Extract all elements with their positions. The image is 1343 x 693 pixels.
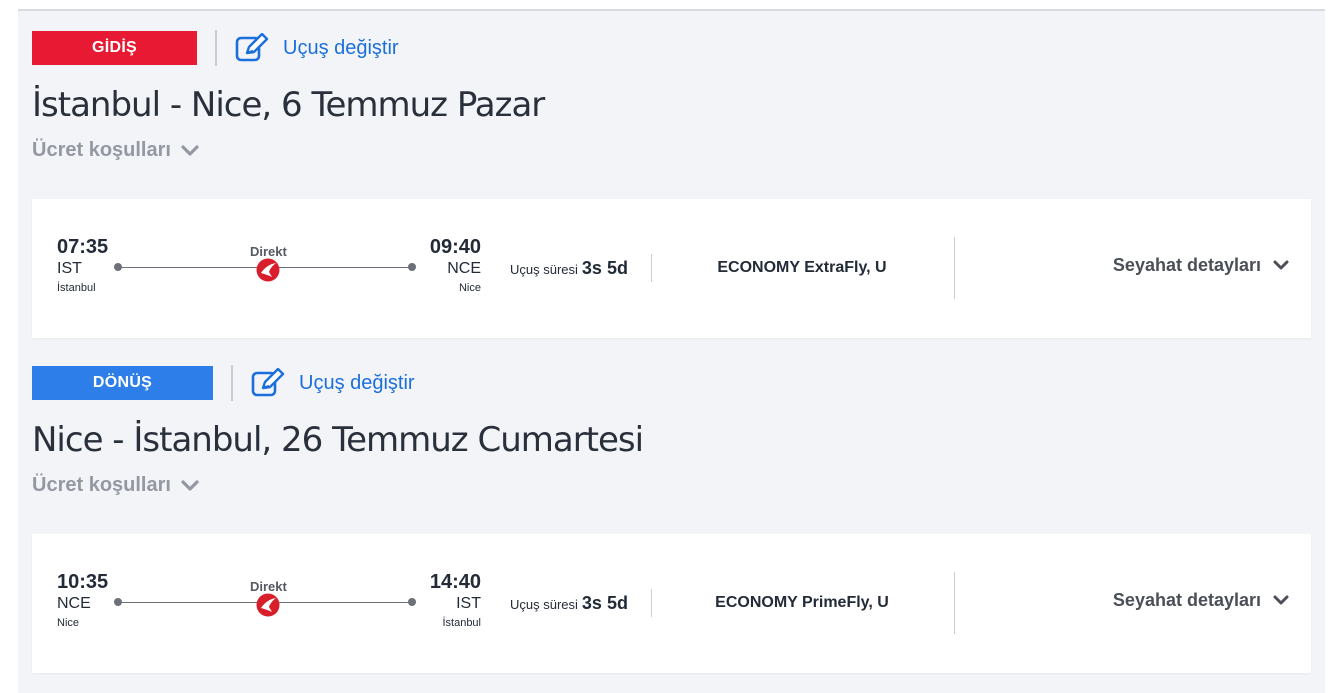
arrival-time: 14:40 (429, 571, 481, 593)
departure-city: İstanbul (57, 282, 96, 294)
departure-airport-code: IST (57, 260, 82, 277)
arrival-city: Nice (458, 282, 481, 294)
cabin-class: ECONOMY ExtraFly, U (717, 259, 887, 276)
outbound-travel-details-toggle[interactable]: Seyahat detayları (1113, 255, 1289, 276)
flight-duration: Uçuş süresi 3s 5d (510, 258, 628, 279)
arrival-airport-code: NCE (447, 260, 481, 277)
fare-conditions-label: Ücret koşulları (32, 139, 171, 161)
turkish-airlines-logo-icon (256, 258, 280, 282)
change-flight-label: Uçuş değiştir (299, 371, 415, 394)
divider (215, 30, 217, 66)
stop-label: Direkt (250, 579, 287, 594)
fare-conditions-label: Ücret koşulları (32, 474, 171, 496)
return-change-flight-link[interactable]: Uçuş değiştir (251, 368, 415, 398)
chevron-down-icon (181, 479, 199, 491)
cabin-class: ECONOMY PrimeFly, U (715, 594, 889, 611)
travel-details-label: Seyahat detayları (1112, 255, 1261, 275)
return-tag: DÖNÜŞ (32, 366, 213, 400)
return-fare-conditions-toggle[interactable]: Ücret koşulları (32, 474, 199, 497)
outbound-tag: GİDİŞ (32, 31, 197, 65)
duration-value: 3s 5d (581, 593, 628, 613)
flight-summary-page: GİDİŞ Uçuş değiştir İstanbul - Nice, 6 T… (18, 9, 1325, 693)
outbound-fare-conditions-toggle[interactable]: Ücret koşulları (32, 139, 199, 162)
return-route-title: Nice - İstanbul, 26 Temmuz Cumartesi (32, 420, 644, 460)
arrival-time: 09:40 (429, 236, 481, 258)
duration-label: Uçuş süresi (510, 262, 578, 277)
return-header: DÖNÜŞ Uçuş değiştir (32, 365, 415, 401)
chevron-down-icon (181, 144, 199, 156)
outbound-change-flight-link[interactable]: Uçuş değiştir (235, 33, 399, 63)
stop-label: Direkt (250, 244, 287, 259)
flight-duration: Uçuş süresi 3s 5d (510, 593, 628, 614)
outbound-route-title: İstanbul - Nice, 6 Temmuz Pazar (32, 85, 545, 125)
divider (231, 365, 233, 401)
return-flight-card: 10:35 NCE Nice Direkt 14:40 IST İstanbul… (32, 534, 1311, 673)
outbound-flight-card: 07:35 IST İstanbul Direkt 09:40 NCE Nice… (32, 199, 1311, 338)
departure-time: 10:35 (57, 571, 109, 593)
duration-value: 3s 5d (581, 258, 628, 278)
route-start-dot (114, 263, 122, 271)
route-end-dot (408, 263, 416, 271)
arrival-city: İstanbul (442, 617, 481, 629)
edit-icon (251, 368, 285, 397)
change-flight-label: Uçuş değiştir (283, 36, 399, 59)
chevron-down-icon (1273, 595, 1289, 605)
departure-city: Nice (57, 617, 80, 629)
departure-time: 07:35 (57, 236, 109, 258)
arrival-airport-code: IST (456, 595, 481, 612)
outbound-header: GİDİŞ Uçuş değiştir (32, 30, 399, 66)
departure-airport-code: NCE (57, 595, 91, 612)
travel-details-label: Seyahat detayları (1112, 590, 1261, 610)
edit-icon (235, 33, 269, 62)
route-end-dot (408, 598, 416, 606)
return-travel-details-toggle[interactable]: Seyahat detayları (1113, 590, 1289, 611)
duration-label: Uçuş süresi (510, 597, 578, 612)
route-start-dot (114, 598, 122, 606)
divider (954, 237, 955, 299)
turkish-airlines-logo-icon (256, 593, 280, 617)
divider (954, 572, 955, 634)
chevron-down-icon (1273, 260, 1289, 270)
